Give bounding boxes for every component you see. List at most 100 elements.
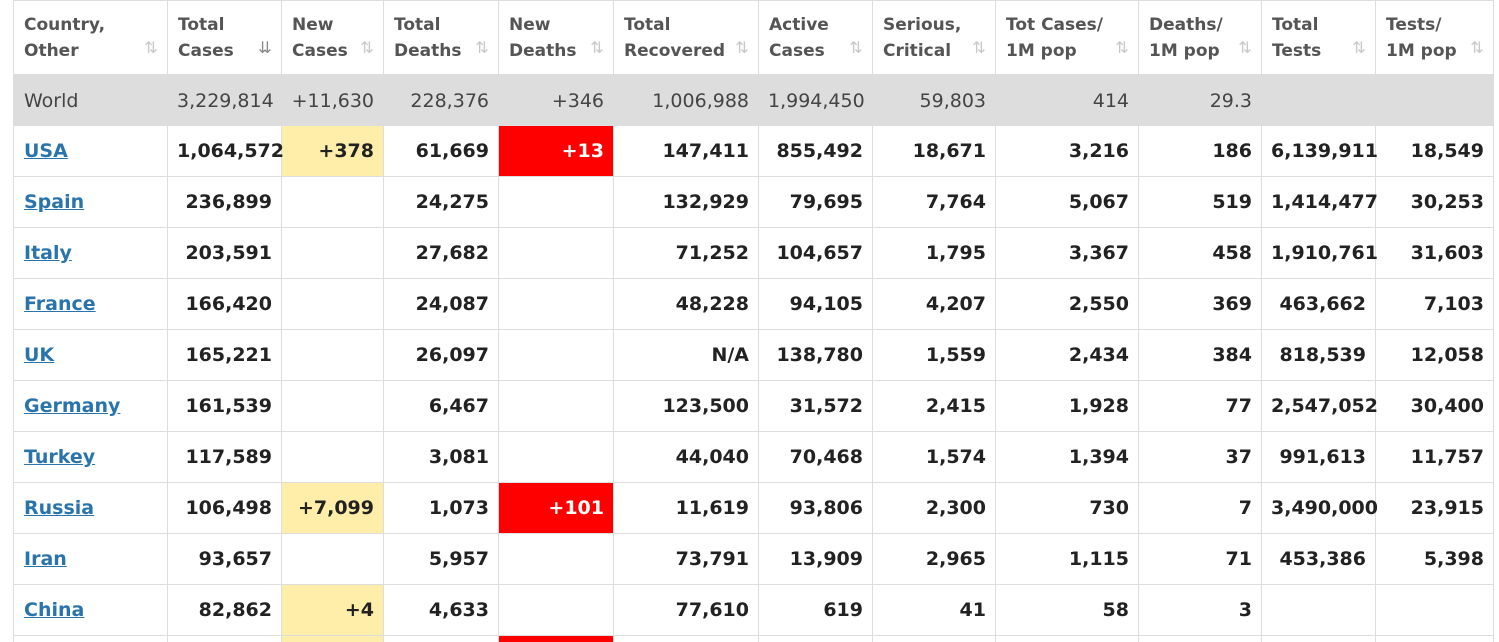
sort-arrows-icon[interactable]: ⇅ [357,35,377,61]
column-header-8[interactable]: Tot Cases/1M pop ⇅ [995,0,1139,77]
cell-serious-critical: 18,671 [872,125,996,177]
column-header-0[interactable]: Country, Other ⇅ [13,0,168,77]
cell-new-deaths [498,329,614,381]
country-cell: France [13,278,168,330]
column-header-9[interactable]: Deaths/1M pop ⇅ [1138,0,1262,77]
country-cell: World [13,75,168,126]
cell-new-deaths: +13 [498,125,614,177]
partial-cell [167,635,282,642]
column-header-2[interactable]: New Cases ⇅ [281,0,384,77]
table-row: France 166,420 24,087 48,228 94,105 4,207 2,55… [13,278,1494,330]
cell-active-cases: 93,806 [758,482,873,534]
cell-total-deaths: 1,073 [383,482,499,534]
cell-total-tests: 818,539 [1261,329,1376,381]
cell-deaths-1mpop: 29.3 [1138,75,1262,126]
cell-total-cases: 161,539 [167,380,282,432]
table-body: World 3,229,814 +11,630 228,376 +346 1,006,98… [13,75,1494,642]
table-row: China 82,862 +4 4,633 77,610 619 41 58 3 [13,584,1494,636]
column-header-1[interactable]: Total Cases ⇊ [167,0,282,77]
column-header-11[interactable]: Tests/1M pop ⇅ [1375,0,1494,77]
cell-active-cases: 138,780 [758,329,873,381]
country-cell: UK [13,329,168,381]
table-row: Germany 161,539 6,467 123,500 31,572 2,415 1,9… [13,380,1494,432]
cell-new-cases [281,533,384,585]
sort-descending-icon[interactable]: ⇊ [255,35,275,61]
sort-arrows-icon[interactable]: ⇅ [846,35,866,61]
sort-arrows-icon[interactable]: ⇅ [587,35,607,61]
cell-tests-1mpop [1375,584,1494,636]
column-header-7[interactable]: Serious, Critical ⇅ [872,0,996,77]
cell-total-cases: 117,589 [167,431,282,483]
table-row: UK 165,221 26,097 N/A 138,780 1,559 2,434 384 81… [13,329,1494,381]
sort-arrows-icon[interactable]: ⇅ [732,35,752,61]
cell-total-recovered: 73,791 [613,533,759,585]
cell-total-cases: 106,498 [167,482,282,534]
cell-total-deaths: 5,957 [383,533,499,585]
column-header-3[interactable]: Total Deaths ⇅ [383,0,499,77]
cell-new-deaths [498,584,614,636]
country-link[interactable]: Iran [24,548,67,570]
cell-deaths-1mpop: 369 [1138,278,1262,330]
cell-deaths-1mpop: 3 [1138,584,1262,636]
cell-new-cases [281,431,384,483]
sort-arrows-icon[interactable]: ⇅ [1112,35,1132,61]
cell-serious-critical: 2,965 [872,533,996,585]
cell-total-recovered: 44,040 [613,431,759,483]
cell-serious-critical: 1,574 [872,431,996,483]
cell-total-cases: 82,862 [167,584,282,636]
cell-active-cases: 31,572 [758,380,873,432]
sort-arrows-icon[interactable]: ⇅ [1467,35,1487,61]
cell-total-deaths: 27,682 [383,227,499,279]
cell-tests-1mpop: 12,058 [1375,329,1494,381]
country-link[interactable]: USA [24,140,68,162]
sort-arrows-icon[interactable]: ⇅ [472,35,492,61]
partial-cell [498,635,614,642]
country-link[interactable]: Turkey [24,446,95,468]
cell-total-deaths: 24,087 [383,278,499,330]
column-header-4[interactable]: New Deaths ⇅ [498,0,614,77]
country-cell: Turkey [13,431,168,483]
country-cell: Russia [13,482,168,534]
country-link[interactable]: Spain [24,191,84,213]
header-row: Country, Other ⇅ Total Cases ⇊ New Cases ⇅ Total D… [13,0,1494,77]
cell-total-tests [1261,584,1376,636]
cell-total-deaths: 61,669 [383,125,499,177]
country-link[interactable]: Germany [24,395,120,417]
country-link[interactable]: France [24,293,96,315]
cell-totcases-1mpop: 5,067 [995,176,1139,228]
cell-new-cases [281,227,384,279]
cell-total-recovered: 123,500 [613,380,759,432]
sort-arrows-icon[interactable]: ⇅ [1235,35,1255,61]
cell-deaths-1mpop: 384 [1138,329,1262,381]
table-row: USA 1,064,572 +378 61,669 +13 147,411 855,492 1… [13,125,1494,177]
column-header-6[interactable]: Active Cases ⇅ [758,0,873,77]
cell-deaths-1mpop: 37 [1138,431,1262,483]
cell-total-tests: 1,414,477 [1261,176,1378,228]
cell-serious-critical: 4,207 [872,278,996,330]
cell-serious-critical: 1,795 [872,227,996,279]
cell-new-deaths [498,176,614,228]
table-row: Italy 203,591 27,682 71,252 104,657 1,795 3,36… [13,227,1494,279]
country-link[interactable]: Russia [24,497,94,519]
partial-cell [1261,635,1376,642]
country-link[interactable]: UK [24,344,54,366]
sort-arrows-icon[interactable]: ⇅ [1349,35,1369,61]
column-header-10[interactable]: Total Tests ⇅ [1261,0,1376,77]
country-link[interactable]: Italy [24,242,72,264]
cell-active-cases: 855,492 [758,125,873,177]
partial-cell [758,635,873,642]
cell-tests-1mpop [1375,75,1494,126]
sort-arrows-icon[interactable]: ⇅ [969,35,989,61]
cell-deaths-1mpop: 7 [1138,482,1262,534]
cell-total-deaths: 228,376 [383,75,499,126]
column-header-5[interactable]: Total Recovered ⇅ [613,0,759,77]
country-link[interactable]: China [24,599,84,621]
cell-total-recovered: 71,252 [613,227,759,279]
country-cell: Italy [13,227,168,279]
cell-new-deaths [498,533,614,585]
sort-arrows-icon[interactable]: ⇅ [141,35,161,61]
cell-tests-1mpop: 5,398 [1375,533,1494,585]
cell-active-cases: 619 [758,584,873,636]
partial-cell [281,635,384,642]
cell-tests-1mpop: 31,603 [1375,227,1494,279]
